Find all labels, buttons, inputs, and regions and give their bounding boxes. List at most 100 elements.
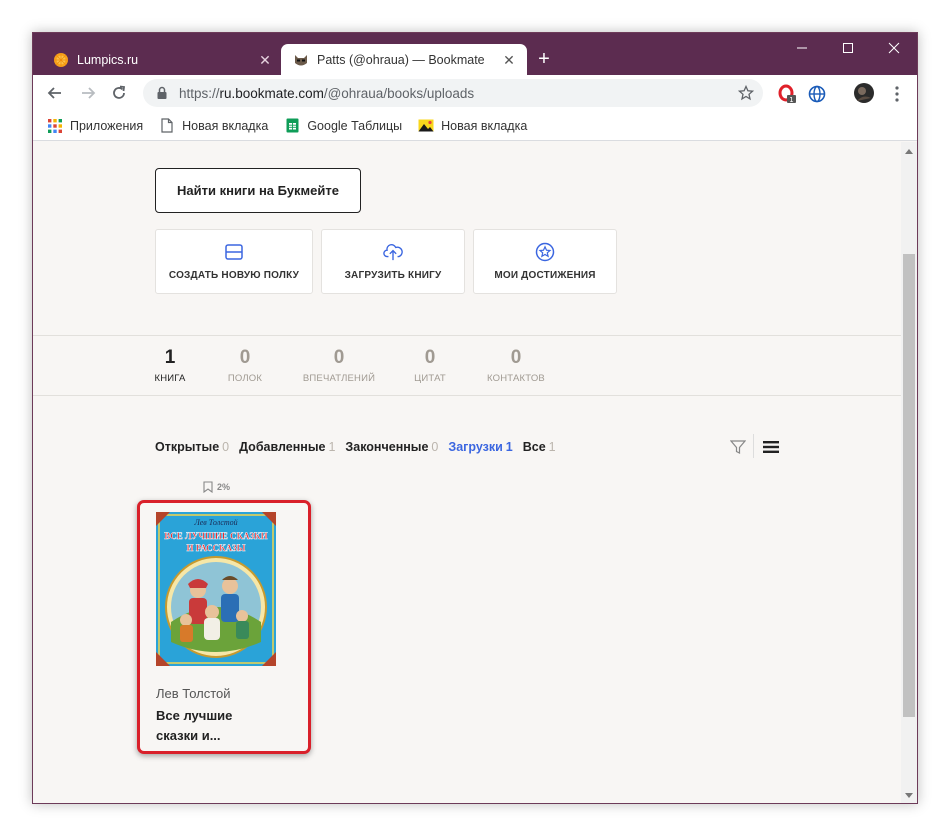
cat-avatar-icon: [293, 52, 309, 68]
filter-label: Загрузки: [448, 440, 503, 454]
back-button[interactable]: [45, 83, 65, 103]
cover-title-line2: И РАССКАЗЫ: [186, 543, 245, 553]
progress-percent: 2%: [217, 482, 231, 492]
book-cover-image[interactable]: Лев Толстой ВСЕ ЛУЧШИЕ СКАЗКИ И РАССКАЗЫ: [156, 512, 276, 666]
page-content: Найти книги на Букмейте Создать новую по…: [33, 142, 901, 803]
filter-added[interactable]: Добавленные 1: [239, 440, 335, 454]
tab-title: Lumpics.ru: [77, 52, 139, 67]
stat-count: 0: [333, 347, 345, 368]
filter-count: 1: [505, 440, 513, 454]
stat-label: книга: [154, 373, 186, 384]
apps-grid-icon: [47, 118, 63, 134]
title-bar: Lumpics.ru ✕ Patts (@ohraua) — Bookmate …: [33, 33, 917, 75]
bookmark-star-icon[interactable]: [737, 84, 755, 102]
url-scheme: https://: [179, 85, 220, 101]
address-bar[interactable]: https://ru.bookmate.com/@ohraua/books/up…: [143, 79, 763, 107]
bookmarks-bar: Приложения Новая вкладка Google Таблицы …: [33, 111, 917, 141]
book-card[interactable]: Лев Толстой ВСЕ ЛУЧШИЕ СКАЗКИ И РАССКАЗЫ: [137, 500, 311, 754]
filter-label: Законченные: [345, 440, 429, 454]
shelf-icon: [224, 242, 244, 262]
stat-shelves[interactable]: 0 полок: [225, 347, 265, 384]
maximize-button[interactable]: [825, 37, 871, 59]
filter-open[interactable]: Открытые 0: [155, 440, 229, 454]
browser-window: Lumpics.ru ✕ Patts (@ohraua) — Bookmate …: [32, 32, 918, 804]
url-path: /@ohraua/books/uploads: [323, 85, 475, 101]
book-filters: Открытые 0 Добавленные 1 Законченные 0 Загр…: [155, 440, 566, 454]
opera-extension-icon[interactable]: 1: [777, 84, 797, 104]
stat-quotes[interactable]: 0 цитат: [411, 347, 449, 384]
stat-label: впечатлений: [302, 373, 376, 384]
tab-bookmate[interactable]: Patts (@ohraua) — Bookmate ✕: [281, 44, 527, 75]
window-close-button[interactable]: [871, 37, 917, 59]
menu-dots-icon[interactable]: [887, 84, 907, 104]
list-view-icon[interactable]: [762, 438, 780, 456]
close-icon[interactable]: ✕: [501, 52, 517, 68]
bookmark-apps[interactable]: Приложения: [47, 118, 143, 134]
sheets-icon: [284, 118, 300, 134]
filter-count: 0: [222, 440, 230, 454]
stat-label: полок: [227, 373, 263, 384]
book-author: Лев Толстой: [156, 686, 231, 701]
create-shelf-button[interactable]: Создать новую полку: [155, 229, 313, 294]
upload-book-button[interactable]: Загрузить книгу: [321, 229, 465, 294]
stat-label: контактов: [487, 373, 545, 384]
browser-toolbar: https://ru.bookmate.com/@ohraua/books/up…: [33, 75, 917, 111]
filter-count: 1: [328, 440, 336, 454]
filter-label: Добавленные: [239, 440, 326, 454]
bookmark-flag-icon: [203, 481, 213, 493]
vpn-globe-icon[interactable]: [807, 84, 827, 104]
new-tab-button[interactable]: +: [533, 48, 555, 70]
bookmark-new-tab[interactable]: Новая вкладка: [159, 118, 268, 134]
find-books-button[interactable]: Найти книги на Букмейте: [155, 168, 361, 213]
bookmark-google-sheets[interactable]: Google Таблицы: [284, 118, 402, 134]
url-text[interactable]: https://ru.bookmate.com/@ohraua/books/up…: [179, 86, 737, 101]
action-label: Мои достижения: [494, 270, 596, 281]
scroll-down-arrow-icon[interactable]: [901, 788, 917, 802]
section-divider: [33, 395, 901, 396]
cover-author: Лев Толстой: [193, 518, 237, 527]
scroll-up-arrow-icon[interactable]: [901, 144, 917, 158]
book-title-line2: сказки и...: [156, 728, 221, 743]
bookmark-label: Приложения: [70, 118, 144, 133]
filter-label: Открытые: [155, 440, 220, 454]
upload-cloud-icon: [383, 242, 403, 262]
bookmark-label: Google Таблицы: [307, 118, 403, 133]
bookmark-new-tab-2[interactable]: Новая вкладка: [418, 118, 527, 134]
scrollbar-thumb[interactable]: [903, 254, 915, 717]
extension-badge: 1: [789, 96, 793, 104]
tab-title: Patts (@ohraua) — Bookmate: [317, 52, 485, 67]
stat-books[interactable]: 1 книга: [154, 347, 186, 384]
image-icon: [418, 118, 434, 134]
close-icon[interactable]: ✕: [257, 52, 273, 68]
section-divider: [33, 335, 901, 336]
bookmark-label: Новая вкладка: [182, 118, 269, 133]
bookmark-label: Новая вкладка: [441, 118, 528, 133]
filter-uploads[interactable]: Загрузки 1: [448, 440, 512, 454]
filter-finished[interactable]: Законченные 0: [345, 440, 438, 454]
tab-lumpics[interactable]: Lumpics.ru ✕: [41, 44, 283, 75]
cover-title-line1: ВСЕ ЛУЧШИЕ СКАЗКИ: [164, 531, 267, 541]
action-label: Загрузить книгу: [344, 270, 442, 281]
reading-progress: 2%: [203, 481, 230, 493]
minimize-button[interactable]: [779, 37, 825, 59]
action-label: Создать новую полку: [168, 270, 300, 281]
funnel-filter-icon[interactable]: [729, 438, 747, 456]
filter-label: Все: [522, 440, 546, 454]
page-scrollbar[interactable]: [901, 142, 917, 803]
stat-impressions[interactable]: 0 впечатлений: [301, 347, 377, 384]
profile-avatar[interactable]: [853, 82, 875, 104]
url-host: ru.bookmate.com: [219, 85, 324, 101]
stat-contacts[interactable]: 0 контактов: [485, 347, 547, 384]
book-title-line1: Все лучшие: [156, 708, 233, 723]
my-achievements-button[interactable]: Мои достижения: [473, 229, 617, 294]
forward-button[interactable]: [78, 83, 98, 103]
filter-all[interactable]: Все 1: [523, 440, 556, 454]
toolbar-separator: [753, 434, 754, 458]
stat-count: 0: [510, 347, 522, 368]
reload-button[interactable]: [109, 83, 129, 103]
orange-circle-icon: [53, 52, 69, 68]
stat-count: 0: [239, 347, 251, 368]
book-title[interactable]: Все лучшие сказки и...: [156, 706, 296, 746]
stat-label: цитат: [414, 373, 446, 384]
lock-icon[interactable]: [155, 86, 169, 100]
